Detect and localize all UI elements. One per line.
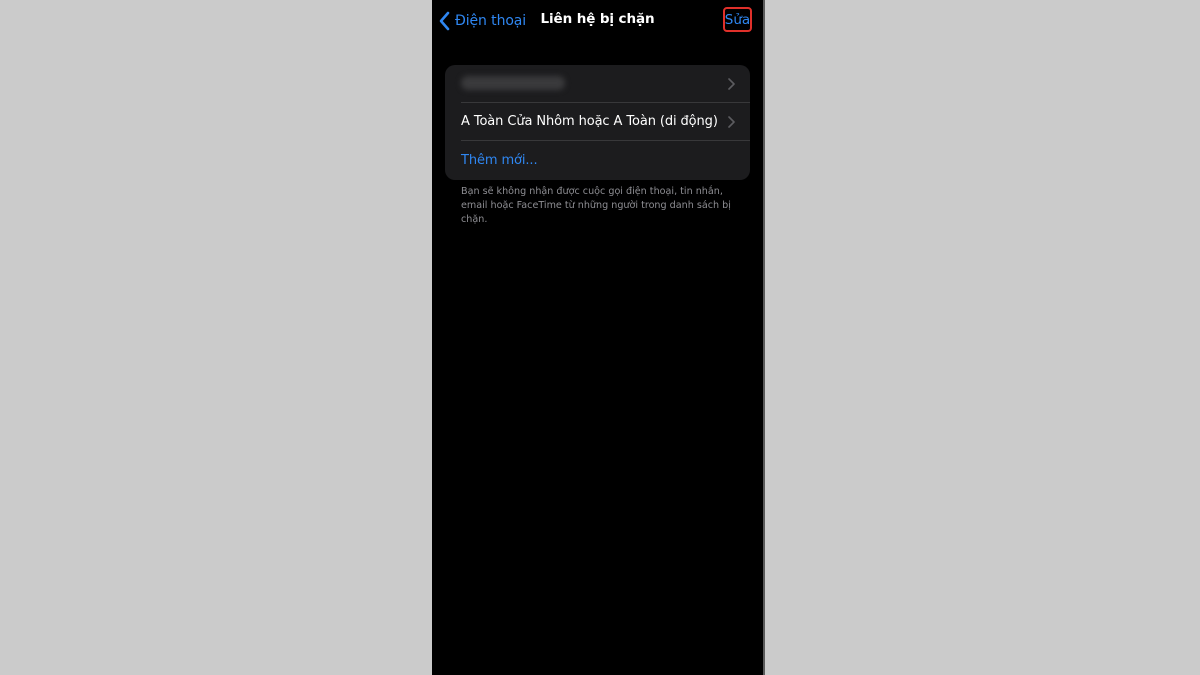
blocked-contact-row[interactable] [445,65,750,103]
blocked-contact-row[interactable]: A Toàn Cửa Nhôm hoặc A Toàn (di động) [445,103,750,141]
chevron-right-icon [728,78,735,90]
page-title: Liên hệ bị chặn [540,11,655,27]
blocked-list-footnote: Bạn sẽ không nhận được cuộc gọi điện tho… [461,186,731,225]
blocked-contacts-list: A Toàn Cửa Nhôm hoặc A Toàn (di động) Th… [445,65,750,180]
add-new-row[interactable]: Thêm mới... [445,142,750,180]
navigation-bar: Điện thoại Liên hệ bị chặn Sửa [432,0,763,42]
redacted-phone-number [461,76,565,90]
blocked-contact-name: A Toàn Cửa Nhôm hoặc A Toàn (di động) [461,114,718,129]
chevron-right-icon [728,116,735,128]
row-divider [461,140,750,141]
phone-screen: Điện thoại Liên hệ bị chặn Sửa A Toàn Cử… [432,0,765,675]
add-new-button[interactable]: Thêm mới... [461,153,538,168]
edit-button[interactable]: Sửa [723,7,752,32]
